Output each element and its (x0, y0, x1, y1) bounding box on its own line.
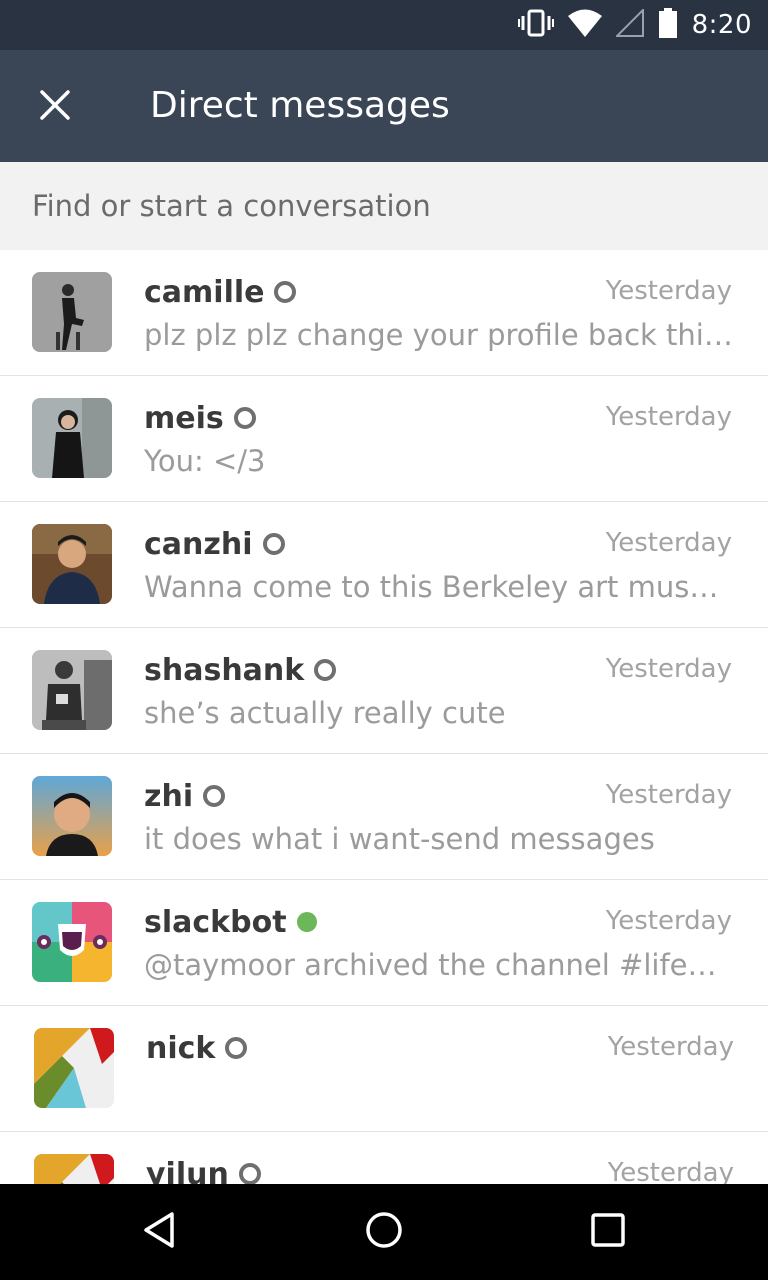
conversation-row[interactable]: nick Yesterday (0, 1006, 768, 1132)
recents-icon (588, 1210, 628, 1254)
name-line: canzhi (144, 524, 285, 564)
contact-name: canzhi (144, 526, 253, 562)
conversation-row[interactable]: slackbot Yesterday @taymoor archived the… (0, 880, 768, 1006)
name-line: zhi (144, 776, 226, 816)
avatar (32, 524, 112, 604)
name-line: shashank (144, 650, 337, 690)
search-input[interactable] (32, 162, 732, 250)
recents-button[interactable] (576, 1200, 640, 1264)
name-line: slackbot (144, 902, 317, 942)
page-title: Direct messages (150, 85, 450, 126)
timestamp: Yesterday (605, 402, 732, 432)
message-preview: You: </3 (144, 444, 266, 478)
presence-active-icon (296, 912, 317, 932)
vibrate-icon (517, 8, 554, 42)
conversation-row[interactable]: shashank Yesterday she’s actually really… (0, 628, 768, 754)
home-button[interactable] (352, 1200, 416, 1264)
timestamp: Yesterday (605, 654, 732, 684)
presence-away-icon (203, 785, 226, 807)
avatar (32, 902, 112, 982)
status-bar: 8:20 (0, 0, 768, 50)
back-button[interactable] (128, 1200, 192, 1264)
search-bar (0, 162, 768, 250)
timestamp: Yesterday (607, 1158, 734, 1184)
name-line: meis (144, 398, 256, 438)
contact-name: nick (146, 1030, 216, 1066)
name-line: nick (146, 1028, 248, 1068)
avatar (34, 1028, 114, 1108)
conversation-row[interactable]: meis Yesterday You: </3 (0, 376, 768, 502)
avatar (32, 650, 112, 730)
presence-away-icon (262, 533, 285, 555)
contact-name: slackbot (144, 904, 287, 940)
battery-icon (658, 8, 678, 42)
avatar (32, 272, 112, 352)
close-button[interactable] (24, 76, 86, 138)
back-icon (140, 1210, 180, 1254)
contact-name: camille (144, 274, 265, 310)
message-preview: Wanna come to this Berkeley art museum… (144, 570, 734, 604)
timestamp: Yesterday (605, 528, 732, 558)
contact-name: shashank (144, 652, 305, 688)
timestamp: Yesterday (605, 906, 732, 936)
message-preview: she’s actually really cute (144, 696, 506, 730)
message-preview: @taymoor archived the channel #lifeenric… (144, 948, 734, 982)
conversation-row[interactable]: canzhi Yesterday Wanna come to this Berk… (0, 502, 768, 628)
avatar (32, 398, 112, 478)
name-line: yilun (146, 1154, 261, 1184)
conversation-row[interactable]: zhi Yesterday it does what i want-send m… (0, 754, 768, 880)
conversation-row[interactable]: camille Yesterday plz plz plz change you… (0, 250, 768, 376)
message-preview: it does what i want-send messages (144, 822, 655, 856)
presence-away-icon (225, 1037, 248, 1059)
name-line: camille (144, 272, 297, 312)
navigation-bar (0, 1184, 768, 1280)
message-preview: plz plz plz change your profile back thi… (144, 318, 734, 352)
presence-away-icon (314, 659, 337, 681)
presence-away-icon (274, 281, 297, 303)
contact-name: zhi (144, 778, 194, 814)
status-icons: 8:20 (517, 0, 752, 50)
contact-name: yilun (146, 1156, 229, 1185)
presence-away-icon (238, 1163, 261, 1184)
conversation-list: camille Yesterday plz plz plz change you… (0, 250, 768, 1184)
avatar (34, 1154, 114, 1184)
signal-icon (614, 7, 644, 41)
timestamp: Yesterday (605, 276, 732, 306)
close-icon (39, 89, 71, 125)
app-bar: Direct messages (0, 50, 768, 162)
conversation-row[interactable]: yilun Yesterday (0, 1132, 768, 1184)
timestamp: Yesterday (607, 1032, 734, 1062)
home-icon (364, 1210, 404, 1254)
presence-away-icon (233, 407, 256, 429)
timestamp: Yesterday (605, 780, 732, 810)
wifi-icon (567, 9, 602, 41)
avatar (32, 776, 112, 856)
contact-name: meis (144, 400, 224, 436)
status-time: 8:20 (691, 10, 752, 40)
